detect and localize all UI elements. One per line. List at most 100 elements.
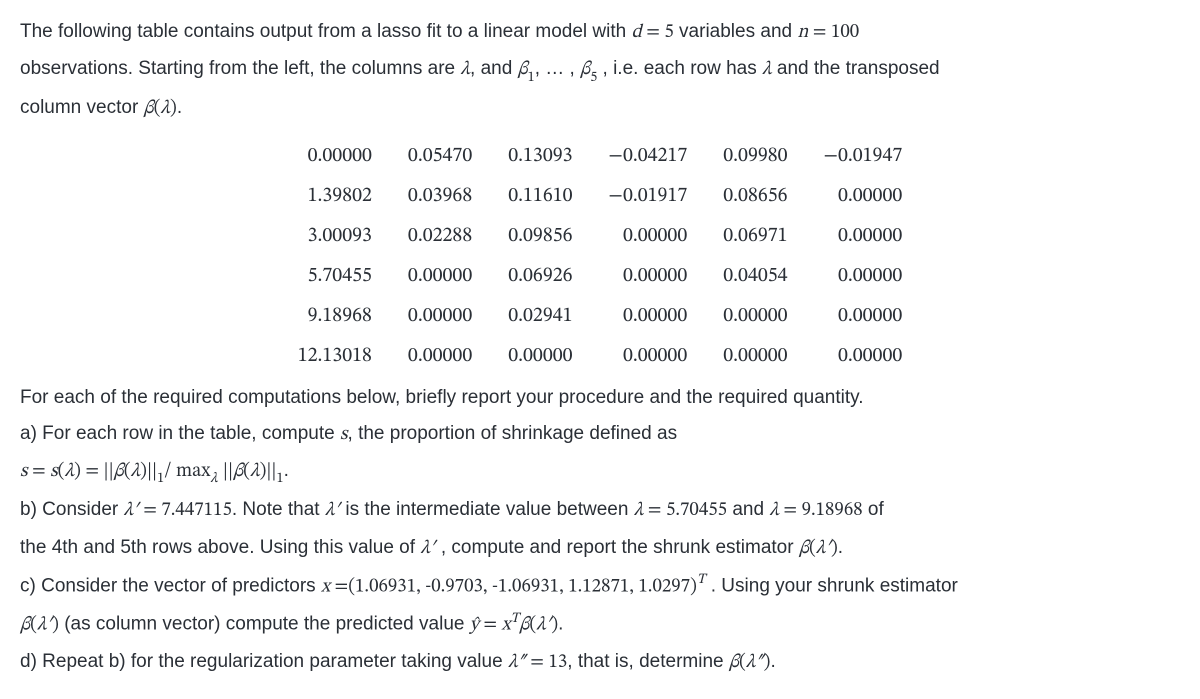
var-y-hat: ŷ [470, 616, 479, 635]
intro-line-1: The following table contains output from… [20, 16, 1180, 49]
table-cell: 0.05470 [390, 136, 490, 176]
var-beta: β [20, 616, 30, 635]
subscript: λ [210, 472, 217, 486]
text: and the transposed [772, 58, 940, 79]
paren: ( [124, 462, 131, 481]
value: 13 [548, 653, 567, 672]
text: a) For each row in the table, compute [20, 423, 340, 444]
table-row: 9.189680.000000.029410.000000.000000.000… [280, 296, 921, 336]
text: variables and [674, 21, 798, 42]
table-cell: 0.00000 [806, 176, 921, 216]
var-d: d [632, 23, 642, 42]
table-cell: −0.01917 [591, 176, 706, 216]
subscript: 1 [528, 71, 535, 85]
table-cell: 0.00000 [390, 296, 490, 336]
subscript: 1 [157, 472, 164, 486]
text: , i.e. each row has [597, 58, 762, 79]
table-row: 5.704550.000000.069260.000000.040540.000… [280, 256, 921, 296]
question-b-line-2: the 4th and 5th rows above. Using this v… [20, 532, 1180, 565]
paren: ) [170, 99, 177, 118]
var-lambda-double-prime: λ″ [508, 653, 526, 672]
question-intro: For each of the required computations be… [20, 382, 1180, 414]
text: column vector [20, 97, 144, 118]
text: , and [470, 58, 518, 79]
transpose-superscript: T [697, 573, 706, 587]
text: . [770, 651, 775, 672]
var-x: x [321, 577, 330, 596]
var-lambda-prime: λ′ [124, 501, 139, 520]
text: observations. Starting from the left, th… [20, 58, 460, 79]
table-cell: 0.00000 [591, 256, 706, 296]
equals: = [139, 501, 162, 520]
equals: = [643, 501, 666, 520]
text: . [558, 614, 563, 635]
vector-value: (1.06931, -0.9703, -1.06931, 1.12871, 1.… [348, 577, 697, 596]
table-row: 12.130180.000000.000000.000000.000000.00… [280, 336, 921, 376]
paren: ( [243, 462, 250, 481]
var-s: s [50, 462, 58, 481]
table-cell: 0.00000 [591, 216, 706, 256]
question-a-line-1: a) For each row in the table, compute s,… [20, 418, 1180, 451]
text: of [863, 499, 884, 520]
table-cell: 5.70455 [280, 256, 390, 296]
var-lambda-prime: λ′ [325, 501, 340, 520]
table-cell: 0.00000 [806, 256, 921, 296]
table-cell: 0.13093 [490, 136, 590, 176]
table-cell: 0.00000 [591, 296, 706, 336]
table-cell: 0.09856 [490, 216, 590, 256]
text: , … , [535, 58, 580, 79]
var-beta: β [580, 60, 590, 79]
norm-bars: || [266, 462, 276, 481]
paren: ) [140, 462, 147, 481]
var-s: s [340, 425, 348, 444]
norm-bars: || [104, 462, 114, 481]
var-beta: β [114, 462, 124, 481]
lasso-output-table: 0.000000.054700.13093−0.042170.09980−0.0… [280, 136, 921, 376]
value-d: 5 [664, 23, 673, 42]
var-beta: β [799, 539, 809, 558]
text: , that is, determine [567, 651, 729, 672]
paren: ) [52, 616, 59, 635]
table-cell: 0.04054 [705, 256, 805, 296]
var-lambda-prime: λ′ [536, 616, 551, 635]
subscript: 5 [590, 71, 597, 85]
table-cell: 0.08656 [705, 176, 805, 216]
paren: ) [74, 462, 81, 481]
table-cell: 0.06926 [490, 256, 590, 296]
table-cell: 0.03968 [390, 176, 490, 216]
var-lambda-prime: λ′ [37, 616, 52, 635]
table-row: 0.000000.054700.13093−0.042170.09980−0.0… [280, 136, 921, 176]
question-c-line-2: β(λ′) (as column vector) compute the pre… [20, 607, 1180, 642]
table-cell: 1.39802 [280, 176, 390, 216]
text: , compute and report the shrunk estimato… [436, 537, 799, 558]
var-lambda: λ [634, 501, 644, 520]
table-cell: 0.09980 [705, 136, 805, 176]
table-cell: −0.04217 [591, 136, 706, 176]
text: , the proportion of shrinkage defined as [348, 423, 678, 444]
var-lambda-prime: λ′ [816, 539, 831, 558]
text: the 4th and 5th rows above. Using this v… [20, 537, 420, 558]
intro-line-2: observations. Starting from the left, th… [20, 53, 1180, 88]
paren: ( [739, 653, 746, 672]
var-lambda: λ [160, 99, 170, 118]
table-row: 1.398020.039680.11610−0.019170.086560.00… [280, 176, 921, 216]
text: . [284, 460, 289, 481]
table-cell: 0.11610 [490, 176, 590, 216]
text: d) Repeat b) for the regularization para… [20, 651, 508, 672]
table-cell: 0.00000 [806, 296, 921, 336]
table-cell: 9.18968 [280, 296, 390, 336]
table-cell: 0.00000 [280, 136, 390, 176]
transpose-superscript: T [511, 612, 520, 626]
equals: = [808, 23, 831, 42]
text: c) Consider the vector of predictors [20, 575, 321, 596]
value-n: 100 [831, 23, 859, 42]
text: (as column vector) compute the predicted… [59, 614, 470, 635]
question-c-line-1: c) Consider the vector of predictors x =… [20, 569, 1180, 604]
var-s: s [20, 462, 28, 481]
question-b-line-1: b) Consider λ′ = 7.447115. Note that λ′ … [20, 494, 1180, 527]
var-lambda: λ [769, 501, 779, 520]
equals: = [779, 501, 802, 520]
max-operator: max [176, 462, 210, 481]
text: The following table contains output from… [20, 21, 632, 42]
text: is the intermediate value between [340, 499, 634, 520]
